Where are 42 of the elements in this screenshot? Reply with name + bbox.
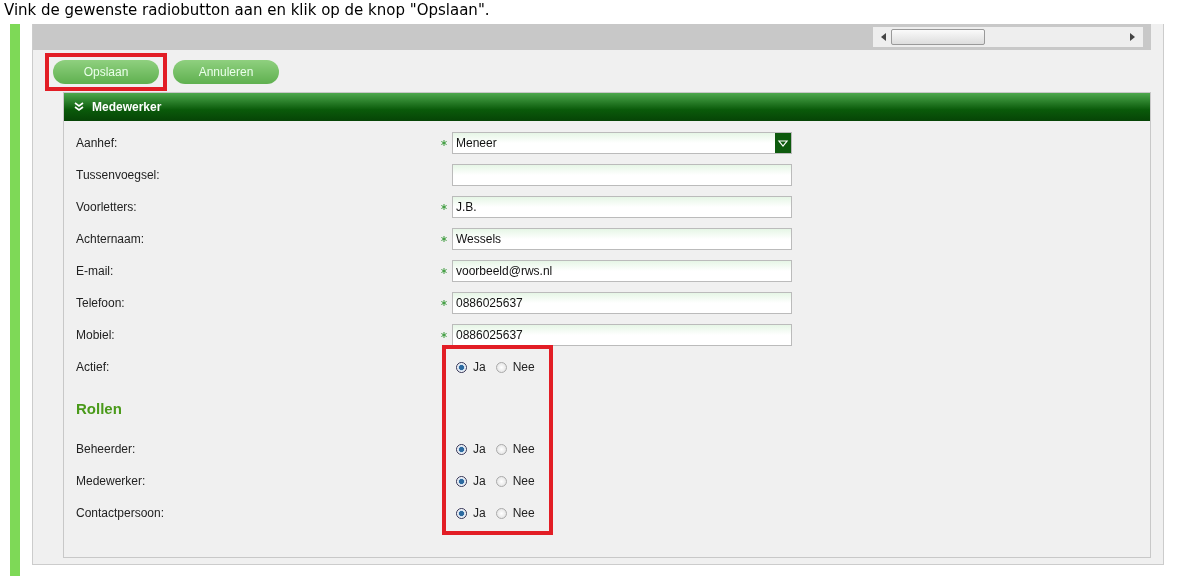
radio-label: Nee — [512, 474, 535, 488]
field-label: Actief: — [76, 360, 111, 374]
scroll-left-icon[interactable] — [881, 33, 887, 41]
radio-label: Ja — [473, 360, 486, 374]
radio-button[interactable] — [495, 361, 507, 373]
input-field[interactable]: Wessels — [452, 228, 792, 250]
radio-label: Nee — [512, 506, 535, 520]
dropdown-field[interactable]: Meneer — [452, 132, 792, 154]
radio-button[interactable] — [495, 507, 507, 519]
radio-button[interactable] — [495, 475, 507, 487]
radio-label: Ja — [473, 474, 486, 488]
input-field[interactable] — [452, 164, 792, 186]
radio-button[interactable] — [495, 443, 507, 455]
field-label: Aanhef: — [76, 136, 119, 150]
input-field[interactable]: 0886025637 — [452, 292, 792, 314]
input-field[interactable]: J.B. — [452, 196, 792, 218]
radio-label: Ja — [473, 506, 486, 520]
section-heading: Rollen — [76, 399, 122, 417]
input-field[interactable]: 0886025637 — [452, 324, 792, 346]
field-label: Telefoon: — [76, 296, 126, 310]
instruction-text: Vink de gewenste radiobutton aan en klik op de knop "Opslaan". — [3, 0, 491, 20]
field-label: E-mail: — [76, 264, 115, 278]
field-label: Achternaam: — [76, 232, 146, 246]
section-title: Medewerker — [92, 100, 162, 114]
radio-button[interactable] — [456, 361, 467, 373]
input-field[interactable]: voorbeeld@rws.nl — [452, 260, 792, 282]
field-label: Tussenvoegsel: — [76, 168, 161, 182]
field-label: Beheerder: — [76, 442, 137, 456]
radio-label: Ja — [473, 442, 486, 456]
field-label: Contactpersoon: — [76, 506, 166, 520]
radio-label: Nee — [512, 360, 535, 374]
radio-label: Nee — [512, 442, 535, 456]
horizontal-scrollbar[interactable] — [873, 27, 1143, 47]
radio-button[interactable] — [456, 443, 467, 455]
scroll-thumb[interactable] — [891, 29, 985, 45]
radio-button[interactable] — [456, 475, 467, 487]
field-label: Mobiel: — [76, 328, 116, 342]
field-label: Voorletters: — [76, 200, 138, 214]
scroll-right-icon[interactable] — [1129, 33, 1135, 41]
radio-button[interactable] — [456, 507, 467, 519]
field-label: Medewerker: — [76, 474, 147, 488]
section-header[interactable]: Medewerker — [64, 93, 1150, 121]
